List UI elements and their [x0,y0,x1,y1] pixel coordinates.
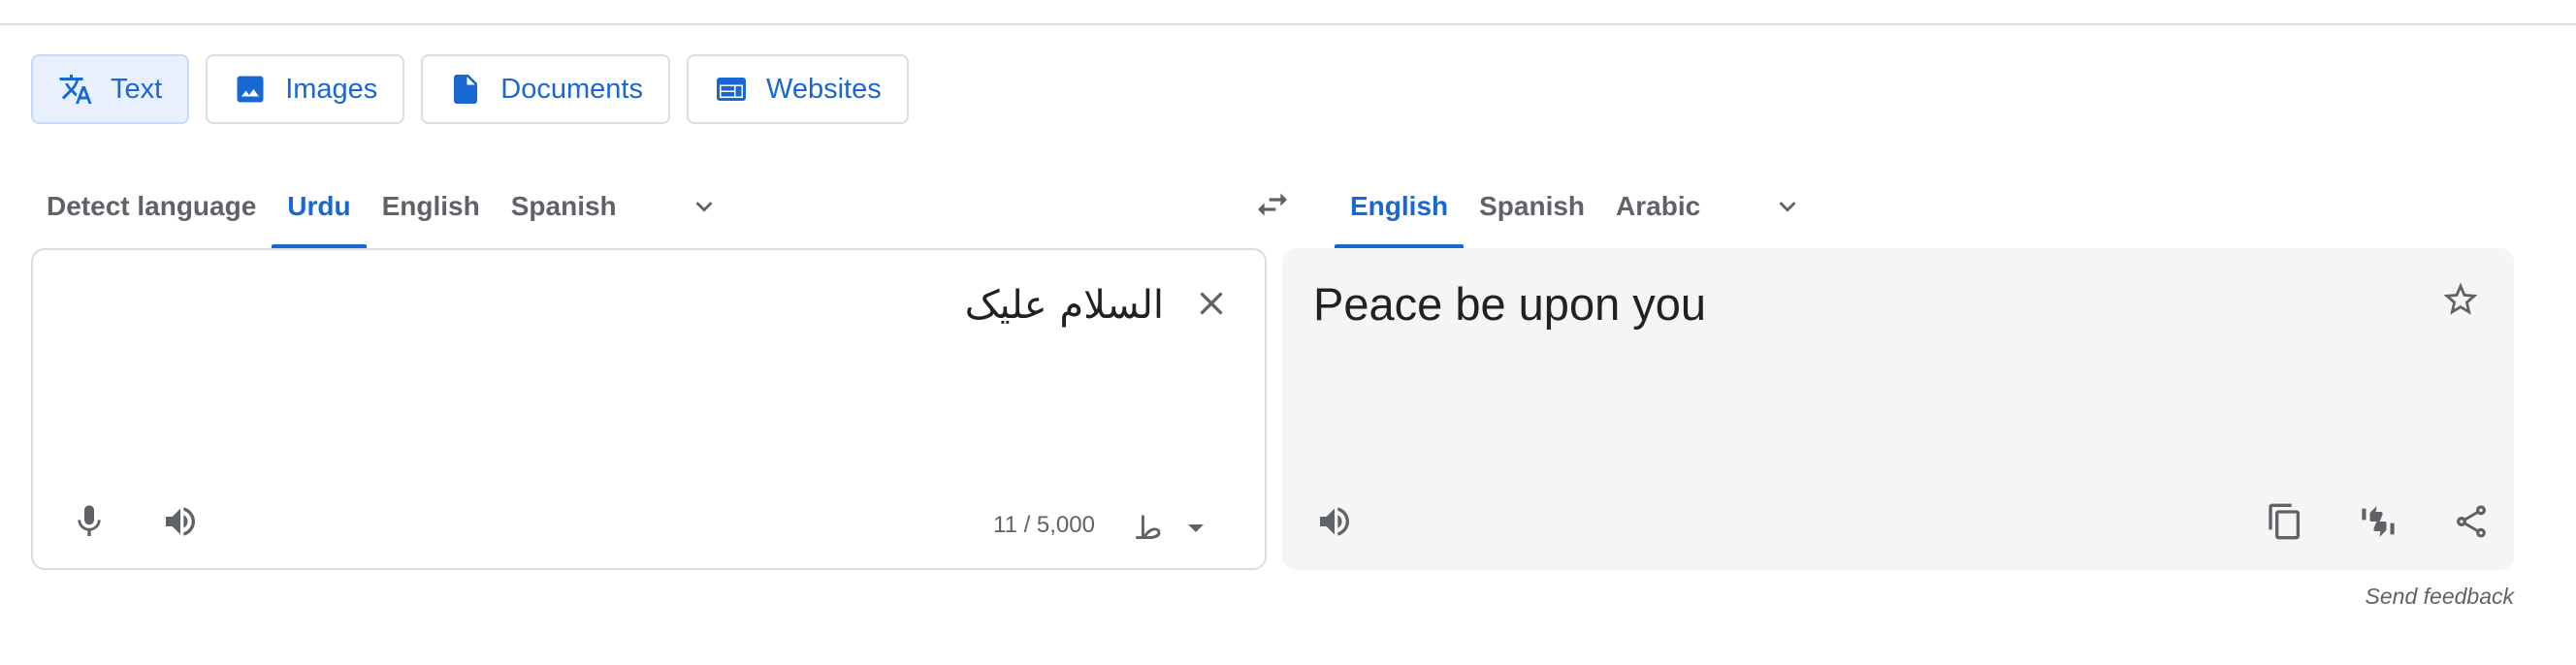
microphone-icon [78,505,101,536]
swap-icon [1258,193,1287,216]
image-icon [237,76,264,103]
chevron-down-icon [1779,202,1796,212]
caret-down-icon [1187,524,1204,532]
source-language-bar: Detect language Urdu English Spanish [31,165,733,248]
share-translation-button[interactable] [2440,491,2502,553]
documents-mode-label: Documents [500,73,643,105]
thumbs-up-down-icon [2362,505,2395,538]
source-more-languages-button[interactable] [675,165,733,248]
documents-mode-button[interactable]: Documents [421,54,670,124]
source-lang-english[interactable]: English [367,165,496,248]
source-lang-spanish[interactable]: Spanish [496,165,632,248]
text-mode-label: Text [111,73,163,105]
top-divider [0,23,2576,25]
clear-source-button[interactable] [1187,279,1236,328]
mode-selector: Text Images Documents Websites [31,54,909,124]
star-icon [2443,282,2478,315]
copy-icon [2269,503,2300,540]
target-more-languages-button[interactable] [1758,165,1817,248]
rate-translation-button[interactable] [2347,491,2409,553]
website-icon [716,78,746,101]
target-lang-spanish[interactable]: Spanish [1464,165,1600,248]
listen-translation-button[interactable] [1304,491,1366,553]
urdu-keyboard-icon: ط [1134,510,1163,547]
target-lang-arabic[interactable]: Arabic [1600,165,1716,248]
source-panel: السلام علیک 11 / 5,000 ط [31,248,1267,570]
source-text-input[interactable]: السلام علیک [965,283,1164,328]
share-icon [2456,505,2486,538]
text-mode-button[interactable]: Text [31,54,190,124]
speaker-icon [166,507,195,536]
target-language-bar: English Spanish Arabic [1335,165,1817,248]
images-mode-button[interactable]: Images [206,54,405,124]
listen-source-button[interactable] [149,491,211,553]
websites-mode-label: Websites [765,73,882,105]
websites-mode-button[interactable]: Websites [686,54,909,124]
source-lang-detect[interactable]: Detect language [31,165,272,248]
translation-output: Peace be upon you [1313,278,1707,330]
close-icon [1200,292,1223,315]
target-lang-english[interactable]: English [1335,165,1465,248]
speaker-icon [1320,507,1349,536]
copy-translation-button[interactable] [2254,491,2316,553]
translate-icon [59,75,92,104]
microphone-button[interactable] [58,491,120,553]
chevron-down-icon [695,202,713,212]
target-panel: Peace be upon you [1282,248,2514,570]
save-translation-button[interactable] [2436,275,2485,324]
images-mode-label: Images [285,73,378,105]
input-tools-button[interactable]: ط [1134,504,1204,553]
character-count: 11 / 5,000 [993,512,1095,538]
source-lang-urdu[interactable]: Urdu [272,165,367,248]
document-icon [454,75,478,104]
swap-languages-button[interactable] [1248,180,1297,229]
send-feedback-link[interactable]: Send feedback [2366,584,2514,610]
